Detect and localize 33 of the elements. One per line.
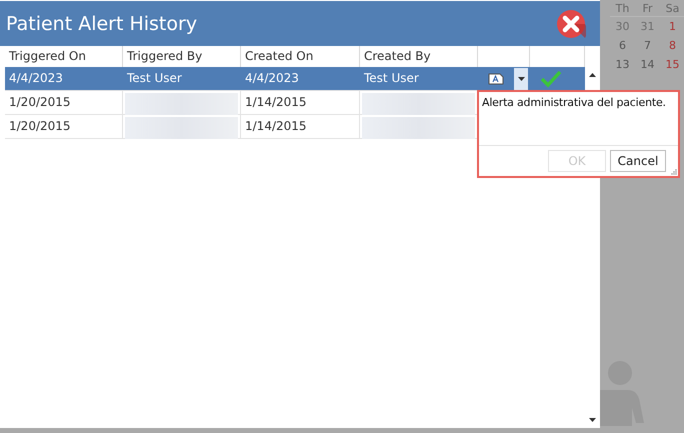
- calendar-day[interactable]: 6: [610, 39, 635, 52]
- note-text-field[interactable]: Alerta administrativa del paciente.: [479, 92, 678, 146]
- weekday-label: Fr: [641, 2, 654, 14]
- weekday-label: Sa: [664, 2, 680, 14]
- calendar-day[interactable]: 13: [610, 58, 635, 71]
- table-row[interactable]: 4/4/2023 Test User 4/4/2023 Test User: [5, 67, 585, 91]
- table-cell: 1/20/2015: [5, 91, 123, 114]
- scroll-down-icon[interactable]: [589, 418, 596, 422]
- calendar-day[interactable]: 1: [660, 20, 684, 33]
- dropdown-button[interactable]: [514, 68, 528, 90]
- close-button[interactable]: [556, 8, 586, 38]
- table-cell: 1/14/2015: [241, 91, 360, 114]
- table-cell-text: Test User: [363, 70, 420, 87]
- weekday-label: Th: [614, 2, 630, 14]
- table-cell: 1/20/2015: [5, 115, 123, 138]
- check-icon: [540, 70, 562, 88]
- table-cell-text: 4/4/2023: [244, 70, 300, 87]
- popup-button[interactable]: Cancel: [610, 150, 666, 172]
- caret-icon: [518, 76, 524, 80]
- calendar-day[interactable]: 14: [635, 58, 660, 71]
- table-cell: 1/14/2015: [241, 115, 360, 138]
- resize-grip-icon[interactable]: [671, 169, 677, 175]
- scroll-up-icon[interactable]: [589, 73, 596, 77]
- dialog-title: Patient Alert History: [6, 12, 198, 34]
- calendar-day[interactable]: 8: [660, 39, 684, 52]
- close-icon: [556, 8, 586, 38]
- calendar-day[interactable]: 7: [635, 39, 660, 52]
- calendar-day[interactable]: 30: [610, 20, 635, 33]
- table-cell-text: 4/4/2023: [8, 70, 64, 87]
- table-cell-text: Test User: [126, 70, 183, 87]
- calendar-day[interactable]: 15: [660, 58, 684, 71]
- note-icon[interactable]: [488, 72, 504, 84]
- calendar-day[interactable]: 31: [635, 20, 660, 33]
